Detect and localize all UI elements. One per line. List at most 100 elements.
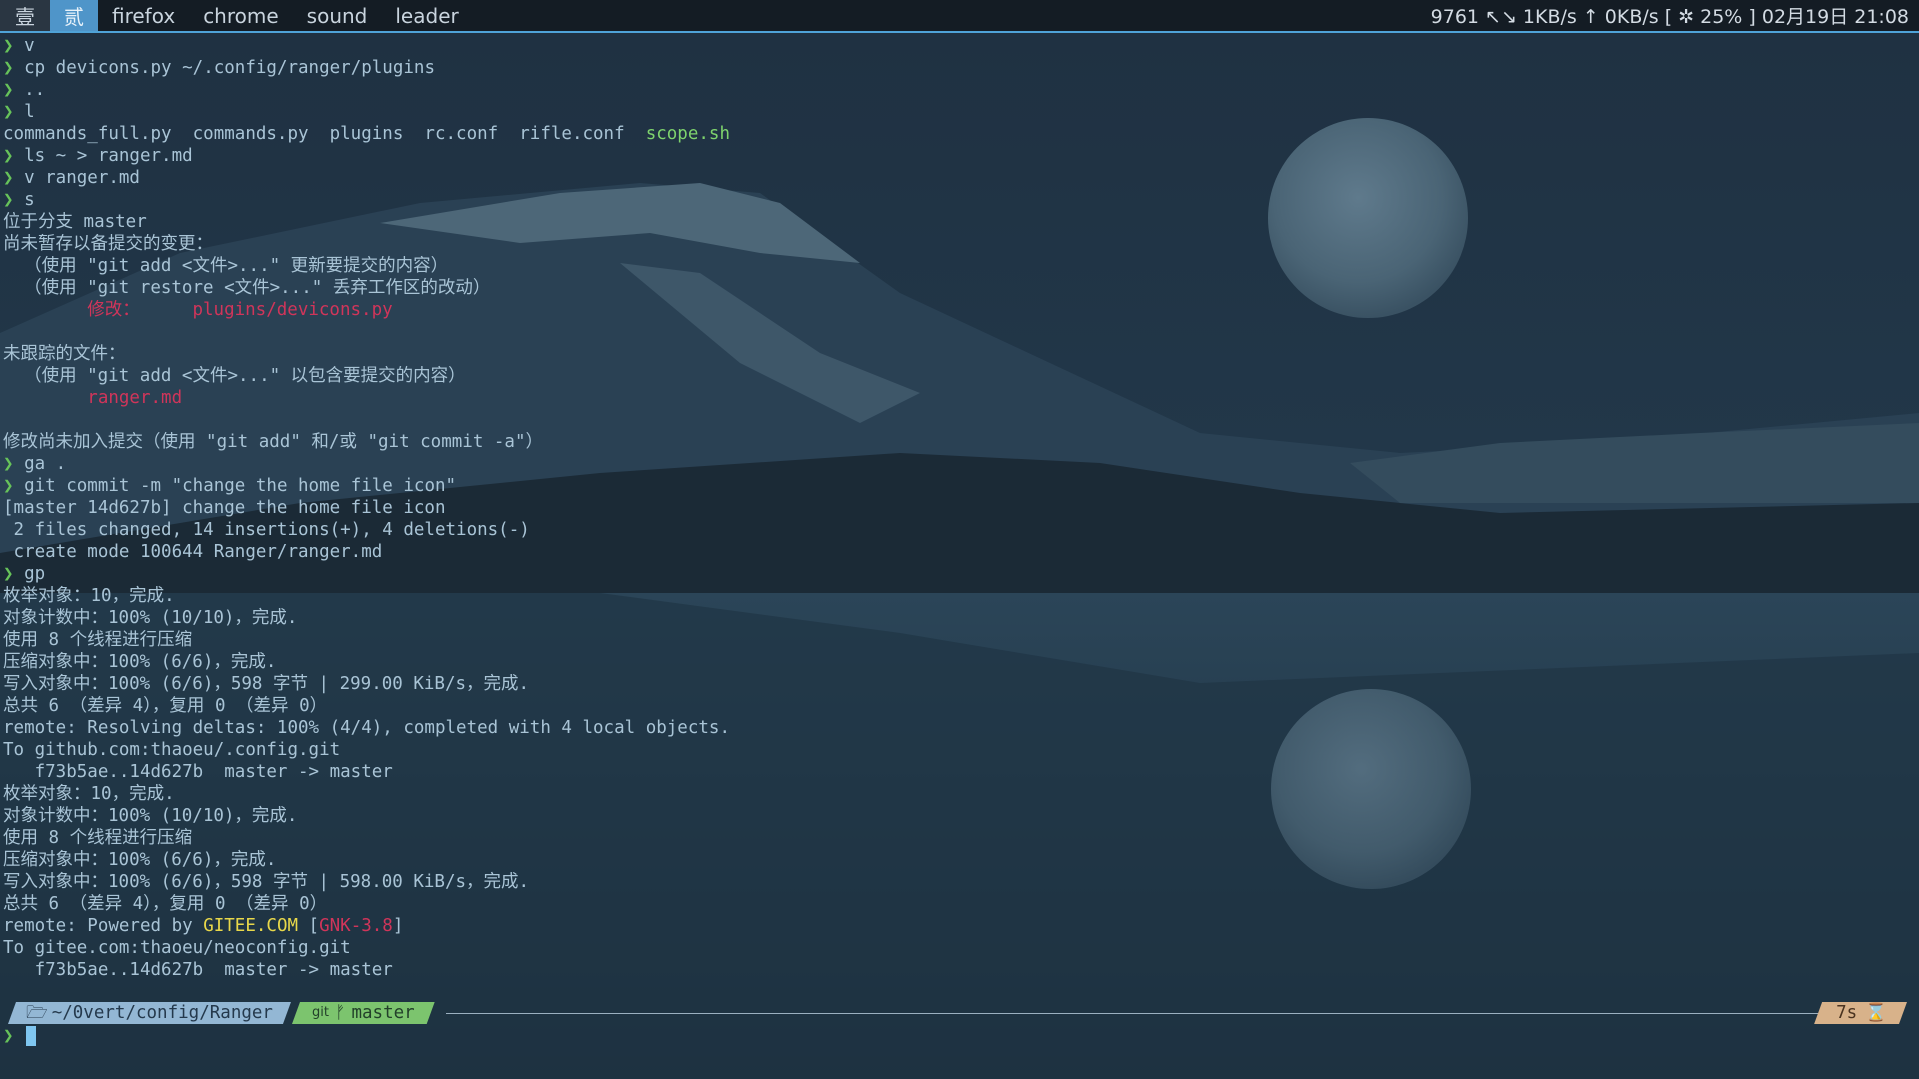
terminal-line: （使用 "git add <文件>..." 更新要提交的内容） [3, 255, 1913, 277]
terminal-line: 压缩对象中：100% (6/6)，完成. [3, 651, 1913, 673]
terminal-text: 对象计数中：100% (10/10)，完成. [3, 806, 298, 826]
terminal-line: f73b5ae..14d627b master -> master [3, 959, 1913, 981]
terminal-line: ❯ cp devicons.py ~/.config/ranger/plugin… [3, 57, 1913, 79]
prompt-symbol: ❯ [3, 146, 25, 166]
workspace-tab-3[interactable]: chrome [189, 0, 292, 31]
prompt-symbol: ❯ [3, 36, 25, 56]
terminal-text: 对象计数中：100% (10/10)，完成. [3, 608, 298, 628]
prompt-symbol: ❯ [3, 168, 25, 188]
terminal-text: ranger.md [3, 388, 183, 408]
folder-icon: 🗁 [26, 1003, 48, 1023]
terminal-line: （使用 "git add <文件>..." 以包含要提交的内容） [3, 365, 1913, 387]
terminal-line: 压缩对象中：100% (6/6)，完成. [3, 849, 1913, 871]
terminal-line: 对象计数中：100% (10/10)，完成. [3, 607, 1913, 629]
terminal-text: 位于分支 master [3, 212, 147, 232]
terminal-text: remote: Resolving deltas: 100% (4/4), co… [3, 718, 730, 738]
terminal-line: To github.com:thaoeu/.config.git [3, 739, 1913, 761]
terminal-line: ❯ v ranger.md [3, 167, 1913, 189]
prompt-duration-segment: 7s ⌛ [1814, 1002, 1907, 1024]
terminal-text: （使用 "git add <文件>..." 以包含要提交的内容） [3, 366, 466, 386]
terminal-line: 使用 8 个线程进行压缩 [3, 827, 1913, 849]
hourglass-icon: ⌛ [1865, 1003, 1887, 1023]
terminal-text: 未跟踪的文件： [3, 344, 126, 364]
branch-icon: ᚠ [334, 1003, 346, 1023]
terminal-line: 总共 6 （差异 4），复用 0 （差异 0） [3, 695, 1913, 717]
terminal-text: （使用 "git add <文件>..." 更新要提交的内容） [3, 256, 449, 276]
terminal-text: s [24, 190, 35, 210]
terminal-text: l [24, 102, 35, 122]
workspace-tab-0[interactable]: 壹 [0, 0, 50, 31]
terminal-line: ❯ gp [3, 563, 1913, 585]
terminal-line: remote: Powered by GITEE.COM [GNK-3.8] [3, 915, 1913, 937]
terminal-text: 尚未暂存以备提交的变更： [3, 234, 213, 254]
terminal-line: ❯ l [3, 101, 1913, 123]
terminal-line: 总共 6 （差异 4），复用 0 （差异 0） [3, 893, 1913, 915]
system-status: 9761 ↖↘ 1KB/s ↑ 0KB/s [ ✲ 25% ] 02月19日 2… [1430, 6, 1909, 28]
terminal-line: 未跟踪的文件： [3, 343, 1913, 365]
terminal-line: ❯ .. [3, 79, 1913, 101]
terminal-text: [ [298, 916, 320, 936]
terminal-line: 尚未暂存以备提交的变更： [3, 233, 1913, 255]
terminal-text: commands_full.py commands.py plugins rc.… [3, 124, 646, 144]
workspace-tab-2[interactable]: firefox [98, 0, 189, 31]
terminal-text: f73b5ae..14d627b master -> master [3, 960, 393, 980]
git-label: git [312, 1005, 329, 1020]
terminal-line: commands_full.py commands.py plugins rc.… [3, 123, 1913, 145]
terminal-text: 总共 6 （差异 4），复用 0 （差异 0） [3, 696, 328, 716]
top-panel: 壹贰 firefox chrome sound leader 9761 ↖↘ 1KB/s… [0, 0, 1919, 33]
terminal-text: f73b5ae..14d627b master -> master [3, 762, 393, 782]
prompt-symbol: ❯ [3, 80, 25, 100]
terminal-text: scope.sh [645, 124, 730, 144]
terminal-line: f73b5ae..14d627b master -> master [3, 761, 1913, 783]
terminal-text: To gitee.com:thaoeu/neoconfig.git [3, 938, 351, 958]
git-branch: master [351, 1003, 415, 1023]
terminal-line: ❯ ls ~ > ranger.md [3, 145, 1913, 167]
terminal-text: [master 14d627b] change the home file ic… [3, 498, 446, 518]
terminal-output[interactable]: ❯ v ❯ cp devicons.py ~/.config/ranger/plu… [3, 35, 1913, 1025]
terminal-text: cp devicons.py ~/.config/ranger/plugins [24, 58, 435, 78]
text-cursor [25, 1026, 36, 1046]
terminal-text: ga . [24, 454, 67, 474]
terminal-text: 写入对象中：100% (6/6)，598 字节 | 598.00 KiB/s，完… [3, 872, 530, 892]
prompt-symbol: ❯ [3, 476, 25, 496]
terminal-text: 枚举对象：10，完成. [3, 586, 175, 606]
terminal-text: .. [24, 80, 46, 100]
terminal-text: ] [392, 916, 404, 936]
terminal-text: 压缩对象中：100% (6/6)，完成. [3, 850, 277, 870]
terminal-text: 使用 8 个线程进行压缩 [3, 828, 193, 848]
terminal-line: ❯ v [3, 35, 1913, 57]
prompt-symbol: ❯ [3, 190, 25, 210]
workspace-tab-4[interactable]: sound [293, 0, 382, 31]
terminal-text: 2 files changed, 14 insertions(+), 4 del… [3, 520, 530, 540]
terminal-text: v ranger.md [24, 168, 140, 188]
workspace-tab-1[interactable]: 贰 [50, 0, 98, 31]
terminal-line: ranger.md [3, 387, 1913, 409]
terminal-line: 修改尚未加入提交（使用 "git add" 和/或 "git commit -a… [3, 431, 1913, 453]
command-duration: 7s [1836, 1003, 1858, 1023]
terminal-text: 写入对象中：100% (6/6)，598 字节 | 299.00 KiB/s，完… [3, 674, 530, 694]
terminal-text: git commit -m "change the home file icon… [24, 476, 457, 496]
terminal-text: 压缩对象中：100% (6/6)，完成. [3, 652, 277, 672]
terminal-text: create mode 100644 Ranger/ranger.md [3, 542, 383, 562]
terminal-text: 修改： plugins/devicons.py [3, 300, 393, 320]
terminal-text: 使用 8 个线程进行压缩 [3, 630, 193, 650]
terminal-text: （使用 "git restore <文件>..." 丢弃工作区的改动） [3, 278, 491, 298]
terminal-line: 枚举对象：10，完成. [3, 585, 1913, 607]
terminal-text: GNK-3.8 [319, 916, 393, 936]
prompt-divider [446, 1013, 1829, 1014]
terminal-line: ❯ ga . [3, 453, 1913, 475]
terminal-input-line[interactable]: ❯ [3, 1025, 36, 1047]
workspace-tab-5[interactable]: leader [381, 0, 472, 31]
terminal-text: GITEE.COM [203, 916, 299, 936]
terminal-line: （使用 "git restore <文件>..." 丢弃工作区的改动） [3, 277, 1913, 299]
terminal-text: 枚举对象：10，完成. [3, 784, 175, 804]
prompt-bar: 🗁 ~/0vert/config/Ranger git ᚠ master 7s … [0, 1002, 1919, 1024]
terminal-line: ❯ s [3, 189, 1913, 211]
terminal-line: remote: Resolving deltas: 100% (4/4), co… [3, 717, 1913, 739]
terminal-line: 写入对象中：100% (6/6)，598 字节 | 299.00 KiB/s，完… [3, 673, 1913, 695]
prompt-symbol: ❯ [3, 102, 25, 122]
terminal-line: create mode 100644 Ranger/ranger.md [3, 541, 1913, 563]
terminal-line: 对象计数中：100% (10/10)，完成. [3, 805, 1913, 827]
